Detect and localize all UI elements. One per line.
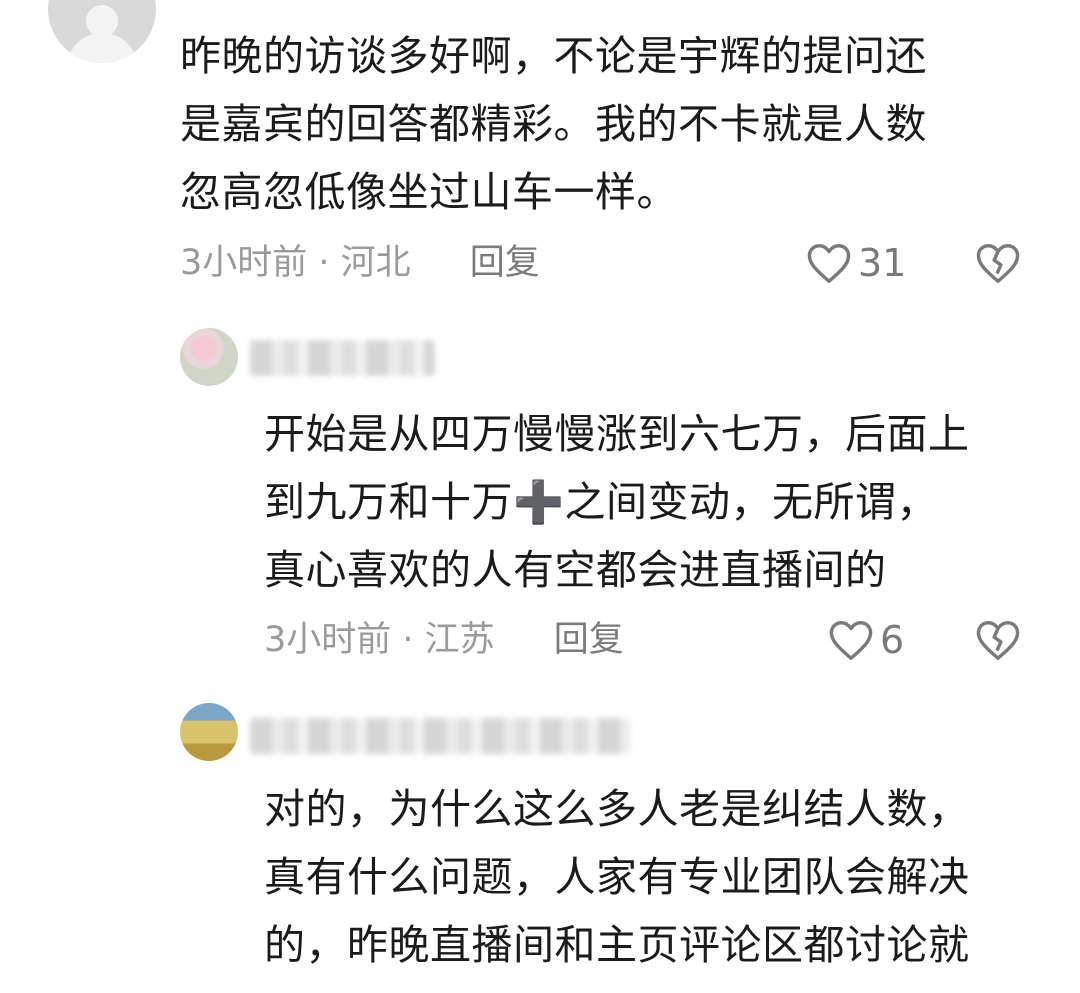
like-count: 31	[858, 241, 907, 285]
broken-heart-icon	[976, 621, 1020, 660]
reply-button[interactable]: 回复	[470, 243, 540, 283]
heart-outline-icon	[807, 244, 851, 283]
username-blurred[interactable]	[250, 718, 630, 754]
broken-heart-icon	[976, 244, 1020, 283]
comment-line: 真有什么问题，人家有专业团队会解决	[264, 853, 970, 901]
comment-line: 忽高忽低像坐过山车一样。	[180, 168, 678, 216]
like-button[interactable]: 6	[828, 610, 904, 670]
comment-text: 对的，为什么这么多人老是纠结人数， 真有什么问题，人家有专业团队会解决 的，昨晚…	[264, 775, 1064, 979]
comment-meta: 3小时前 · 河北 回复	[180, 233, 540, 293]
comment-meta: 3小时前 · 江苏 回复	[264, 610, 624, 670]
comment-line: 的，昨晚直播间和主页评论区都讨论就	[264, 921, 970, 969]
comment-line: 真心喜欢的人有空都会进直播间的	[264, 546, 887, 594]
avatar[interactable]	[180, 703, 238, 761]
comment-text: 昨晚的访谈多好啊，不论是宇辉的提问还 是嘉宾的回答都精彩。我的不卡就是人数 忽高…	[180, 22, 1060, 226]
comment-line: 对的，为什么这么多人老是纠结人数，	[264, 785, 970, 833]
comment-line: 昨晚的访谈多好啊，不论是宇辉的提问还	[180, 32, 927, 80]
comment-time-location: 3小时前 · 江苏	[264, 620, 495, 660]
like-button[interactable]: 31	[806, 233, 906, 293]
comment-text: 开始是从四万慢慢涨到六七万，后面上 到九万和十万➕之间变动，无所谓， 真心喜欢的…	[264, 400, 1064, 604]
avatar[interactable]	[48, 0, 156, 63]
comment-time-location: 3小时前 · 河北	[180, 243, 411, 283]
heart-outline-icon	[829, 621, 873, 660]
reply-button[interactable]: 回复	[554, 620, 624, 660]
dislike-button[interactable]	[975, 610, 1021, 670]
dislike-button[interactable]	[975, 233, 1021, 293]
avatar[interactable]	[180, 328, 238, 386]
like-count: 6	[880, 618, 905, 662]
comment-line: 是嘉宾的回答都精彩。我的不卡就是人数	[180, 100, 927, 148]
comment-line: 到九万和十万➕之间变动，无所谓，	[264, 478, 939, 526]
comment-line: 开始是从四万慢慢涨到六七万，后面上	[264, 410, 970, 458]
username-blurred[interactable]	[250, 340, 435, 376]
